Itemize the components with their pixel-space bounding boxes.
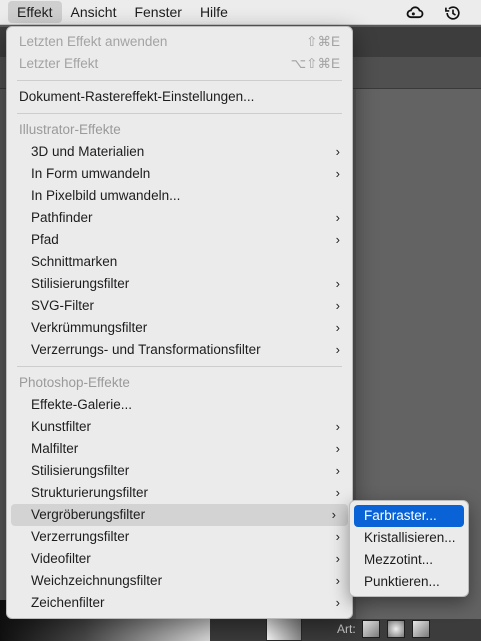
menu-bar: Effekt Ansicht Fenster Hilfe <box>0 0 481 25</box>
menu-item-label: Letzter Effekt <box>19 56 99 71</box>
vergroeberungsfilter-submenu: Farbraster... Kristallisieren... Mezzoti… <box>349 500 469 597</box>
chevron-right-icon: › <box>335 595 340 610</box>
menu-item-verzerrungsfilter[interactable]: Verzerrungsfilter › <box>7 526 352 548</box>
chevron-right-icon: › <box>335 232 340 247</box>
menu-item-verkruemmungsfilter[interactable]: Verkrümmungsfilter › <box>7 317 352 339</box>
menu-item-stilisierungsfilter[interactable]: Stilisierungsfilter › <box>7 460 352 482</box>
menu-item-label: Stilisierungsfilter <box>31 463 130 478</box>
menu-item-label: Verzerrungs- und Transformationsfilter <box>31 342 261 357</box>
menu-item-label: Stilisierungsfilter <box>31 276 130 291</box>
chevron-right-icon: › <box>335 573 340 588</box>
chevron-right-icon: › <box>335 276 340 291</box>
menu-item-vergroeberungsfilter[interactable]: Vergröberungsfilter › <box>11 504 348 526</box>
menu-item-verzerrungs-und-transformationsfilter[interactable]: Verzerrungs- und Transformationsfilter › <box>7 339 352 361</box>
art-label: Art: <box>337 622 356 636</box>
menu-item-pathfinder[interactable]: Pathfinder › <box>7 207 352 229</box>
menu-item-in-form-umwandeln[interactable]: In Form umwandeln › <box>7 163 352 185</box>
menubar-ansicht[interactable]: Ansicht <box>62 1 126 23</box>
menu-separator <box>17 366 342 367</box>
menu-item-label: SVG-Filter <box>31 298 95 313</box>
menu-item-svg-filter[interactable]: SVG-Filter › <box>7 295 352 317</box>
chevron-right-icon: › <box>335 342 340 357</box>
menu-item-schnittmarken[interactable]: Schnittmarken <box>7 251 352 273</box>
chevron-right-icon: › <box>335 529 340 544</box>
menu-separator <box>17 113 342 114</box>
menu-item-apply-last-effect: Letzten Effekt anwenden ⇧⌘E <box>7 31 352 53</box>
menu-item-strukturierungsfilter[interactable]: Strukturierungsfilter › <box>7 482 352 504</box>
menu-item-label: Dokument-Rastereffekt-Einstellungen... <box>19 89 255 104</box>
submenu-item-punktieren[interactable]: Punktieren... <box>354 571 464 593</box>
chevron-right-icon: › <box>335 298 340 313</box>
gradient-type-linear-button[interactable] <box>362 620 380 638</box>
submenu-item-farbraster[interactable]: Farbraster... <box>354 505 464 527</box>
menu-item-videofilter[interactable]: Videofilter › <box>7 548 352 570</box>
menu-item-label: Verkrümmungsfilter <box>31 320 148 335</box>
menu-item-label: Weichzeichnungsfilter <box>31 573 163 588</box>
menu-item-label: Letzten Effekt anwenden <box>19 34 168 49</box>
illustrator-effects-list: 3D und Materialien › In Form umwandeln › In … <box>7 141 352 361</box>
submenu-item-mezzotint[interactable]: Mezzotint... <box>354 549 464 571</box>
gradient-type-freeform-button[interactable] <box>412 620 430 638</box>
submenu-item-kristallisieren[interactable]: Kristallisieren... <box>354 527 464 549</box>
menu-item-label: In Pixelbild umwandeln... <box>31 188 181 203</box>
menu-separator <box>17 80 342 81</box>
menu-item-pfad[interactable]: Pfad › <box>7 229 352 251</box>
shortcut-label: ⇧⌘E <box>306 34 340 49</box>
menu-item-kunstfilter[interactable]: Kunstfilter › <box>7 416 352 438</box>
shortcut-label: ⌥⇧⌘E <box>290 56 340 71</box>
creative-cloud-icon[interactable] <box>405 3 425 23</box>
menu-item-label: Verzerrungsfilter <box>31 529 130 544</box>
menu-item-label: Effekte-Galerie... <box>31 397 133 412</box>
chevron-right-icon: › <box>335 166 340 181</box>
menu-item-label: Malfilter <box>31 441 79 456</box>
time-machine-icon[interactable] <box>443 3 463 23</box>
menu-item-label: Schnittmarken <box>31 254 118 269</box>
chevron-right-icon: › <box>335 419 340 434</box>
menu-item-zeichenfilter[interactable]: Zeichenfilter › <box>7 592 352 614</box>
menu-item-malfilter[interactable]: Malfilter › <box>7 438 352 460</box>
chevron-right-icon: › <box>331 507 336 522</box>
chevron-right-icon: › <box>335 551 340 566</box>
effekt-menu: Letzten Effekt anwenden ⇧⌘E Letzter Effe… <box>6 26 353 619</box>
chevron-right-icon: › <box>335 144 340 159</box>
menu-item-label: Vergröberungsfilter <box>31 507 146 522</box>
menu-item-label: Pfad <box>31 232 59 247</box>
section-header-photoshop: Photoshop-Effekte <box>19 375 130 390</box>
menu-item-label: Kunstfilter <box>31 419 92 434</box>
gradient-type-radial-button[interactable] <box>387 620 405 638</box>
chevron-right-icon: › <box>335 320 340 335</box>
menubar-effekt[interactable]: Effekt <box>8 1 62 23</box>
menu-item-weichzeichnungsfilter[interactable]: Weichzeichnungsfilter › <box>7 570 352 592</box>
gradient-swatch[interactable] <box>266 617 302 641</box>
menu-item-label: Videofilter <box>31 551 91 566</box>
menu-item-label: Pathfinder <box>31 210 93 225</box>
chevron-right-icon: › <box>335 463 340 478</box>
menubar-hilfe[interactable]: Hilfe <box>191 1 237 23</box>
menu-item-label: Zeichenfilter <box>31 595 105 610</box>
menu-item-stilisierungsfilter[interactable]: Stilisierungsfilter › <box>7 273 352 295</box>
menu-item-3d-und-materialien[interactable]: 3D und Materialien › <box>7 141 352 163</box>
menu-item-label: In Form umwandeln <box>31 166 151 181</box>
menu-item-label: 3D und Materialien <box>31 144 145 159</box>
menu-item-document-raster-settings[interactable]: Dokument-Rastereffekt-Einstellungen... <box>7 86 352 108</box>
photoshop-effects-list: Effekte-Galerie... Kunstfilter › Malfilter ›… <box>7 394 352 614</box>
section-header-illustrator: Illustrator-Effekte <box>19 122 121 137</box>
menubar-fenster[interactable]: Fenster <box>125 1 190 23</box>
menu-item-effekte-galerie[interactable]: Effekte-Galerie... <box>7 394 352 416</box>
menu-item-in-pixelbild-umwandeln[interactable]: In Pixelbild umwandeln... <box>7 185 352 207</box>
menu-item-label: Strukturierungsfilter <box>31 485 149 500</box>
chevron-right-icon: › <box>335 441 340 456</box>
menu-item-last-effect: Letzter Effekt ⌥⇧⌘E <box>7 53 352 75</box>
chevron-right-icon: › <box>335 485 340 500</box>
chevron-right-icon: › <box>335 210 340 225</box>
